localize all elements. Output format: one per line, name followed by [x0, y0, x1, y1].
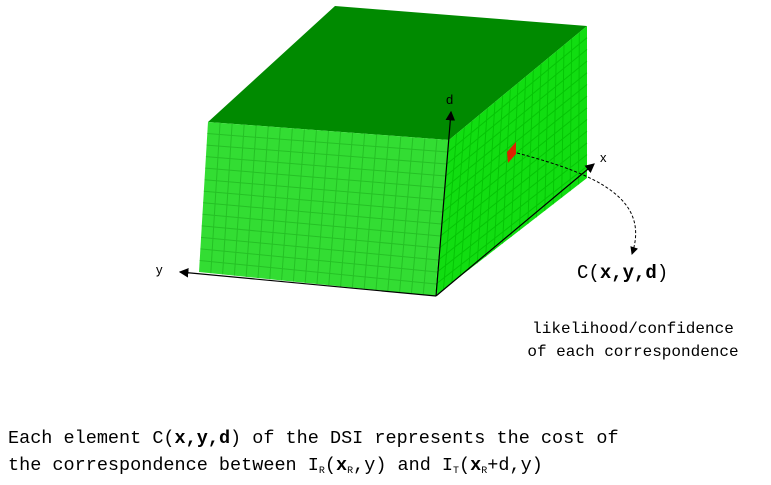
legend-line-1: likelihood/confidence [532, 320, 734, 338]
dsi-figure: d x y C(x,y,d) likelihood/confidence of … [0, 0, 771, 477]
figure-caption: Each element C(x,y,d) of the DSI represe… [8, 425, 619, 485]
cost-function-label: C(x,y,d) [577, 262, 669, 284]
dsi-cube-diagram: d x y [156, 6, 639, 297]
caption-line-2: the correspondence between IR(xR,y) and … [8, 455, 543, 477]
cost-legend: likelihood/confidence of each correspond… [488, 318, 771, 364]
legend-line-2: of each correspondence [527, 343, 739, 361]
y-axis-label: y [156, 262, 163, 277]
d-axis-label: d [446, 92, 453, 107]
caption-line-1: Each element C(x,y,d) of the DSI represe… [8, 428, 619, 449]
x-axis-label: x [600, 150, 607, 165]
